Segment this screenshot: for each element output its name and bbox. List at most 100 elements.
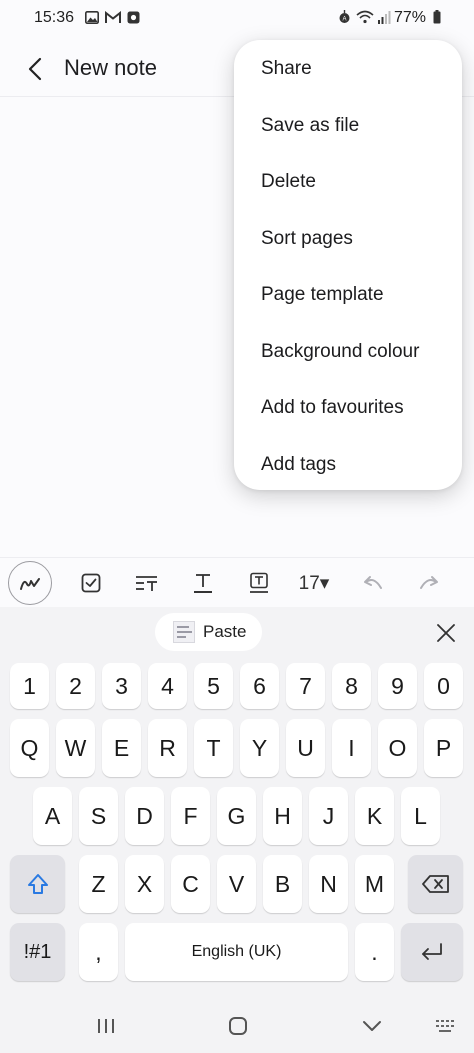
battery-icon — [432, 10, 442, 24]
keyboard-icon — [435, 1019, 457, 1033]
text-format-icon — [193, 572, 213, 594]
menu-item-add-to-favourites[interactable]: Add to favourites — [234, 380, 462, 436]
key-j[interactable]: J — [309, 787, 348, 845]
key-4[interactable]: 4 — [148, 663, 187, 709]
key-3[interactable]: 3 — [102, 663, 141, 709]
close-suggestions-button[interactable] — [428, 615, 464, 651]
key-t[interactable]: T — [194, 719, 233, 777]
key-n[interactable]: N — [309, 855, 348, 913]
key-8[interactable]: 8 — [332, 663, 371, 709]
paste-chip[interactable]: Paste — [155, 613, 262, 651]
overflow-menu: Share Save as file Delete Sort pages Pag… — [234, 40, 462, 490]
key-o[interactable]: O — [378, 719, 417, 777]
home-button[interactable] — [218, 1010, 258, 1042]
key-1[interactable]: 1 — [10, 663, 49, 709]
key-d[interactable]: D — [125, 787, 164, 845]
key-y[interactable]: Y — [240, 719, 279, 777]
key-h[interactable]: H — [263, 787, 302, 845]
navigation-bar — [0, 1000, 474, 1053]
key-z[interactable]: Z — [79, 855, 118, 913]
key-a[interactable]: A — [33, 787, 72, 845]
pen-icon — [19, 575, 41, 591]
comma-key[interactable]: , — [79, 923, 118, 981]
key-b[interactable]: B — [263, 855, 302, 913]
chevron-down-icon — [362, 1020, 382, 1032]
menu-item-background-colour[interactable]: Background colour — [234, 324, 462, 380]
key-s[interactable]: S — [79, 787, 118, 845]
shift-icon — [27, 873, 49, 895]
font-size-dropdown[interactable]: 17▾ — [292, 564, 336, 602]
status-bar: 15:36 A 77% — [0, 0, 474, 34]
menu-item-delete[interactable]: Delete — [234, 154, 462, 210]
menu-item-share[interactable]: Share — [234, 41, 462, 97]
keyboard: Paste 1 2 3 4 5 6 7 8 9 0 Q W E R T Y U … — [0, 607, 474, 1053]
recent-apps-icon — [96, 1017, 116, 1035]
keyboard-switch-button[interactable] — [426, 1010, 466, 1042]
key-i[interactable]: I — [332, 719, 371, 777]
period-key[interactable]: . — [355, 923, 394, 981]
menu-item-add-tags[interactable]: Add tags — [234, 437, 462, 493]
signal-icon — [376, 10, 392, 24]
text-box-icon — [249, 572, 269, 594]
redo-button[interactable] — [412, 564, 446, 602]
key-9[interactable]: 9 — [378, 663, 417, 709]
backspace-icon — [421, 874, 450, 894]
redo-icon — [418, 574, 440, 592]
backspace-key[interactable] — [408, 855, 463, 913]
key-w[interactable]: W — [56, 719, 95, 777]
key-x[interactable]: X — [125, 855, 164, 913]
key-r[interactable]: R — [148, 719, 187, 777]
chevron-left-icon — [28, 57, 42, 81]
text-format-button[interactable] — [186, 564, 220, 602]
key-7[interactable]: 7 — [286, 663, 325, 709]
key-l[interactable]: L — [401, 787, 440, 845]
space-key[interactable]: English (UK) — [125, 923, 348, 981]
checkbox-button[interactable] — [74, 564, 108, 602]
key-f[interactable]: F — [171, 787, 210, 845]
text-style-icon — [135, 574, 159, 592]
gmail-icon — [104, 10, 122, 24]
key-g[interactable]: G — [217, 787, 256, 845]
alarm-icon: A — [337, 10, 351, 24]
status-time: 15:36 — [34, 9, 75, 26]
clipboard-thumbnail-icon — [173, 621, 195, 643]
enter-key[interactable] — [401, 923, 463, 981]
app-icon — [126, 10, 140, 24]
key-k[interactable]: K — [355, 787, 394, 845]
page-title: New note — [64, 55, 157, 80]
key-c[interactable]: C — [171, 855, 210, 913]
menu-item-page-template[interactable]: Page template — [234, 267, 462, 323]
undo-button[interactable] — [356, 564, 390, 602]
key-2[interactable]: 2 — [56, 663, 95, 709]
menu-item-save-as-file[interactable]: Save as file — [234, 98, 462, 154]
enter-icon — [419, 942, 445, 962]
symbols-key[interactable]: !#1 — [10, 923, 65, 981]
key-m[interactable]: M — [355, 855, 394, 913]
menu-item-sort-pages[interactable]: Sort pages — [234, 211, 462, 267]
key-6[interactable]: 6 — [240, 663, 279, 709]
key-e[interactable]: E — [102, 719, 141, 777]
checkbox-icon — [81, 573, 101, 593]
text-style-button[interactable] — [130, 564, 164, 602]
format-toolbar: 17▾ — [0, 557, 474, 608]
battery-percent: 77% — [394, 9, 427, 26]
key-0[interactable]: 0 — [424, 663, 463, 709]
back-button[interactable] — [18, 52, 52, 86]
undo-icon — [362, 574, 384, 592]
key-v[interactable]: V — [217, 855, 256, 913]
key-5[interactable]: 5 — [194, 663, 233, 709]
svg-text:A: A — [342, 17, 346, 23]
wifi-icon — [355, 10, 375, 24]
key-u[interactable]: U — [286, 719, 325, 777]
key-q[interactable]: Q — [10, 719, 49, 777]
shift-key[interactable] — [10, 855, 65, 913]
key-p[interactable]: P — [424, 719, 463, 777]
paste-label: Paste — [203, 622, 247, 641]
hide-keyboard-button[interactable] — [352, 1010, 392, 1042]
home-icon — [228, 1016, 248, 1036]
text-box-button[interactable] — [242, 564, 276, 602]
close-icon — [436, 623, 456, 643]
gallery-icon — [84, 10, 100, 24]
pen-button[interactable] — [8, 561, 52, 605]
recent-apps-button[interactable] — [86, 1010, 126, 1042]
